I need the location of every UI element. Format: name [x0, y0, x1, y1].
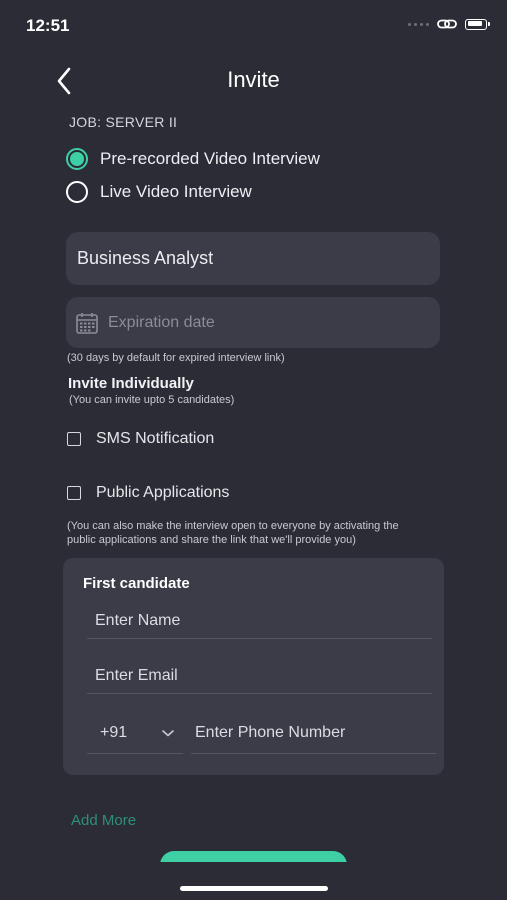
- candidate-phone-row: +91 Enter Phone Number: [87, 712, 436, 754]
- radio-prerecorded[interactable]: Pre-recorded Video Interview: [66, 148, 320, 170]
- public-applications-hint-1: (You can also make the interview open to…: [67, 520, 399, 532]
- role-field[interactable]: Business Analyst: [66, 232, 440, 285]
- role-field-value: Business Analyst: [77, 248, 214, 268]
- expiration-date-placeholder: Expiration date: [108, 313, 215, 331]
- phone-number-placeholder: Enter Phone Number: [195, 723, 346, 741]
- phone-number-input[interactable]: Enter Phone Number: [191, 712, 436, 754]
- battery-icon: [465, 18, 490, 30]
- radio-selected-icon: [66, 148, 88, 170]
- calendar-icon: [76, 312, 98, 334]
- country-code-select[interactable]: +91: [87, 712, 183, 754]
- candidate-name-input[interactable]: Enter Name: [87, 603, 432, 639]
- status-time: 12:51: [26, 16, 70, 35]
- expiration-hint: (30 days by default for expired intervie…: [67, 352, 285, 364]
- signal-dots-icon: [408, 22, 429, 26]
- public-applications-hint-2: public applications and share the link t…: [67, 534, 356, 546]
- invite-individually-subtext: (You can invite upto 5 candidates): [69, 394, 235, 406]
- country-code-value: +91: [100, 723, 128, 741]
- link-icon: [437, 19, 457, 29]
- job-label: JOB: SERVER II: [69, 114, 178, 130]
- radio-prerecorded-label: Pre-recorded Video Interview: [100, 149, 320, 168]
- candidate-name-placeholder: Enter Name: [95, 611, 181, 629]
- public-applications-checkbox[interactable]: Public Applications: [67, 484, 229, 502]
- checkbox-icon: [67, 432, 81, 446]
- radio-live[interactable]: Live Video Interview: [66, 181, 252, 203]
- candidate-card-title: First candidate: [83, 575, 190, 592]
- public-applications-label: Public Applications: [96, 484, 230, 501]
- candidate-email-placeholder: Enter Email: [95, 666, 178, 684]
- home-indicator[interactable]: [180, 886, 328, 891]
- page-title: Invite: [227, 67, 280, 92]
- checkbox-icon: [67, 486, 81, 500]
- sms-notification-label: SMS Notification: [96, 430, 215, 447]
- candidate-email-input[interactable]: Enter Email: [87, 658, 432, 694]
- status-icons: [408, 18, 490, 30]
- sms-notification-checkbox[interactable]: SMS Notification: [67, 430, 214, 448]
- add-more-link[interactable]: Add More: [71, 812, 136, 829]
- invite-individually-heading: Invite Individually: [68, 375, 194, 392]
- bottom-safe-area: [0, 862, 507, 900]
- radio-live-label: Live Video Interview: [100, 182, 252, 201]
- radio-unselected-icon: [66, 181, 88, 203]
- expiration-date-field[interactable]: Expiration date: [66, 297, 440, 348]
- chevron-down-icon: [162, 729, 174, 736]
